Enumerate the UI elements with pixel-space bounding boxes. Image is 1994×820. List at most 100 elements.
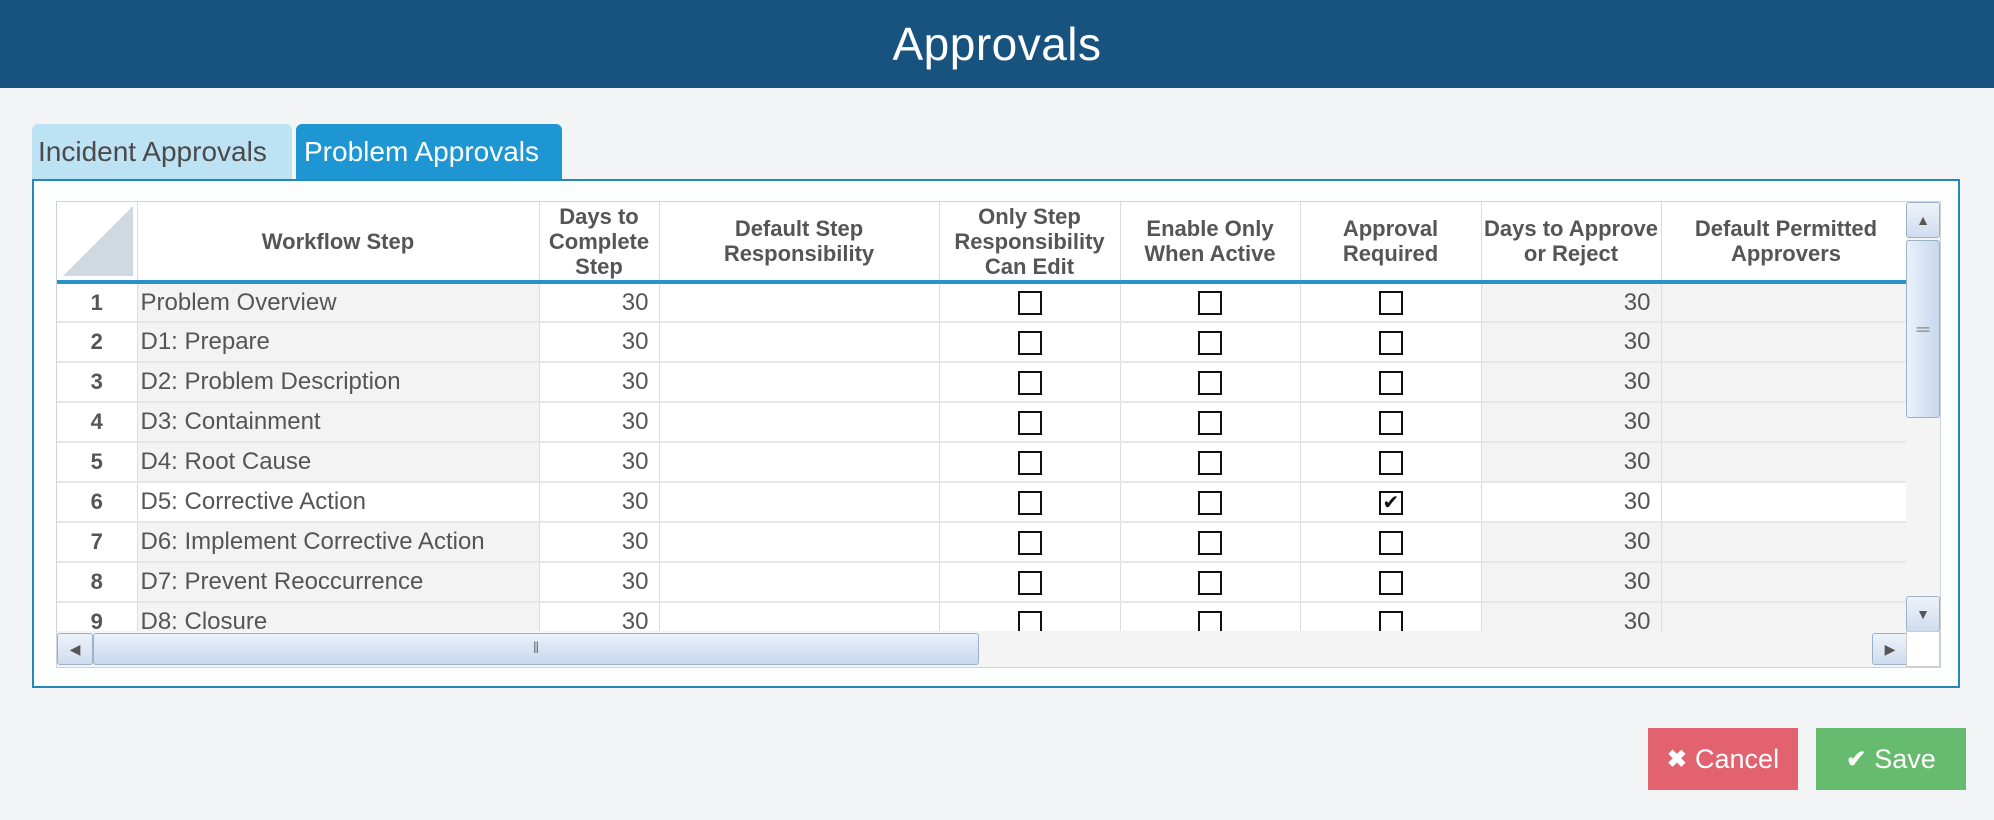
permitted-approvers-cell[interactable] xyxy=(1661,522,1912,563)
enable-when-active-cell[interactable] xyxy=(1120,402,1301,443)
table-row[interactable]: 8 D7: Prevent Reoccurrence 30 30 xyxy=(57,562,1912,603)
default-responsibility-cell[interactable] xyxy=(659,402,940,443)
scroll-down-button[interactable]: ▼ xyxy=(1906,596,1940,632)
permitted-approvers-cell[interactable] xyxy=(1661,482,1912,523)
days-to-approve-cell[interactable]: 30 xyxy=(1481,482,1662,523)
permitted-approvers-cell[interactable] xyxy=(1661,442,1912,483)
horizontal-scrollbar[interactable]: ◀ ‖ ▶ xyxy=(57,631,1908,667)
workflow-step-cell[interactable]: Problem Overview xyxy=(137,282,540,323)
days-to-complete-cell[interactable]: 30 xyxy=(539,522,660,563)
approval-required-cell[interactable] xyxy=(1300,442,1482,483)
enable-when-active-checkbox[interactable] xyxy=(1198,410,1222,435)
workflow-step-cell[interactable]: D5: Corrective Action xyxy=(137,482,540,523)
only-responsibility-edit-checkbox[interactable] xyxy=(1017,530,1042,555)
default-responsibility-cell[interactable] xyxy=(659,442,940,483)
column-header-days-to-approve[interactable]: Days to Approve or Reject xyxy=(1481,202,1662,284)
enable-when-active-checkbox[interactable] xyxy=(1198,370,1222,395)
permitted-approvers-cell[interactable] xyxy=(1661,282,1912,323)
only-responsibility-edit-checkbox[interactable] xyxy=(1017,570,1042,595)
table-row[interactable]: 5 D4: Root Cause 30 30 xyxy=(57,442,1912,483)
tab-incident-approvals[interactable]: Incident Approvals xyxy=(32,124,292,180)
default-responsibility-cell[interactable] xyxy=(659,482,940,523)
approval-required-checkbox[interactable] xyxy=(1378,291,1403,316)
approval-required-checkbox[interactable] xyxy=(1378,370,1403,395)
select-all-corner[interactable] xyxy=(57,202,138,284)
approval-required-cell[interactable] xyxy=(1300,522,1482,563)
workflow-step-cell[interactable]: D6: Implement Corrective Action xyxy=(137,522,540,563)
days-to-complete-cell[interactable]: 30 xyxy=(539,562,660,603)
only-responsibility-edit-cell[interactable] xyxy=(939,442,1121,483)
workflow-step-cell[interactable]: D3: Containment xyxy=(137,402,540,443)
enable-when-active-cell[interactable] xyxy=(1120,322,1301,363)
days-to-approve-cell[interactable]: 30 xyxy=(1481,282,1662,323)
row-number[interactable]: 2 xyxy=(57,322,138,363)
only-responsibility-edit-cell[interactable] xyxy=(939,362,1121,403)
permitted-approvers-cell[interactable] xyxy=(1661,402,1912,443)
scroll-left-button[interactable]: ◀ xyxy=(57,633,93,665)
column-header-only-responsibility-edit[interactable]: Only Step Responsibility Can Edit xyxy=(939,202,1121,284)
row-number[interactable]: 3 xyxy=(57,362,138,403)
row-number[interactable]: 6 xyxy=(57,482,138,523)
horizontal-scroll-thumb[interactable]: ‖ xyxy=(93,633,979,665)
column-header-permitted-approvers[interactable]: Default Permitted Approvers xyxy=(1661,202,1912,284)
save-button[interactable]: ✔ Save xyxy=(1816,728,1966,790)
column-header-days-to-complete[interactable]: Days to Complete Step xyxy=(539,202,660,284)
row-number[interactable]: 4 xyxy=(57,402,138,443)
scroll-up-button[interactable]: ▲ xyxy=(1906,202,1940,238)
days-to-approve-cell[interactable]: 30 xyxy=(1481,562,1662,603)
days-to-approve-cell[interactable]: 30 xyxy=(1481,362,1662,403)
vertical-scroll-thumb[interactable]: ═ xyxy=(1906,240,1940,418)
only-responsibility-edit-cell[interactable] xyxy=(939,402,1121,443)
approval-required-cell[interactable] xyxy=(1300,482,1482,523)
approval-required-cell[interactable] xyxy=(1300,282,1482,323)
enable-when-active-checkbox[interactable] xyxy=(1198,330,1222,355)
workflow-step-cell[interactable]: D4: Root Cause xyxy=(137,442,540,483)
approval-required-checkbox[interactable] xyxy=(1378,490,1403,515)
approval-required-cell[interactable] xyxy=(1300,402,1482,443)
row-number[interactable]: 5 xyxy=(57,442,138,483)
enable-when-active-cell[interactable] xyxy=(1120,362,1301,403)
days-to-complete-cell[interactable]: 30 xyxy=(539,402,660,443)
days-to-approve-cell[interactable]: 30 xyxy=(1481,522,1662,563)
scroll-right-button[interactable]: ▶ xyxy=(1872,633,1908,665)
only-responsibility-edit-cell[interactable] xyxy=(939,282,1121,323)
enable-when-active-checkbox[interactable] xyxy=(1198,450,1222,475)
only-responsibility-edit-checkbox[interactable] xyxy=(1017,291,1042,316)
row-number[interactable]: 1 xyxy=(57,282,138,323)
only-responsibility-edit-checkbox[interactable] xyxy=(1017,370,1042,395)
only-responsibility-edit-checkbox[interactable] xyxy=(1017,450,1042,475)
default-responsibility-cell[interactable] xyxy=(659,322,940,363)
default-responsibility-cell[interactable] xyxy=(659,562,940,603)
only-responsibility-edit-checkbox[interactable] xyxy=(1017,330,1042,355)
table-row[interactable]: 3 D2: Problem Description 30 30 xyxy=(57,362,1912,403)
permitted-approvers-cell[interactable] xyxy=(1661,362,1912,403)
row-number[interactable]: 8 xyxy=(57,562,138,603)
approval-required-checkbox[interactable] xyxy=(1378,330,1403,355)
permitted-approvers-cell[interactable] xyxy=(1661,322,1912,363)
enable-when-active-checkbox[interactable] xyxy=(1198,570,1222,595)
days-to-complete-cell[interactable]: 30 xyxy=(539,482,660,523)
days-to-complete-cell[interactable]: 30 xyxy=(539,322,660,363)
enable-when-active-checkbox[interactable] xyxy=(1198,291,1222,316)
default-responsibility-cell[interactable] xyxy=(659,522,940,563)
enable-when-active-cell[interactable] xyxy=(1120,562,1301,603)
enable-when-active-cell[interactable] xyxy=(1120,282,1301,323)
approval-required-cell[interactable] xyxy=(1300,362,1482,403)
approval-required-checkbox[interactable] xyxy=(1378,450,1403,475)
only-responsibility-edit-cell[interactable] xyxy=(939,322,1121,363)
column-header-approval-required[interactable]: Approval Required xyxy=(1300,202,1482,284)
table-row[interactable]: 4 D3: Containment 30 30 xyxy=(57,402,1912,443)
only-responsibility-edit-checkbox[interactable] xyxy=(1017,490,1042,515)
cancel-button[interactable]: ✖ Cancel xyxy=(1648,728,1798,790)
default-responsibility-cell[interactable] xyxy=(659,362,940,403)
days-to-approve-cell[interactable]: 30 xyxy=(1481,322,1662,363)
days-to-complete-cell[interactable]: 30 xyxy=(539,282,660,323)
approval-required-cell[interactable] xyxy=(1300,322,1482,363)
default-responsibility-cell[interactable] xyxy=(659,282,940,323)
enable-when-active-cell[interactable] xyxy=(1120,482,1301,523)
enable-when-active-cell[interactable] xyxy=(1120,442,1301,483)
workflow-step-cell[interactable]: D2: Problem Description xyxy=(137,362,540,403)
approval-required-checkbox[interactable] xyxy=(1378,570,1403,595)
approval-required-cell[interactable] xyxy=(1300,562,1482,603)
column-header-default-responsibility[interactable]: Default Step Responsibility xyxy=(659,202,940,284)
